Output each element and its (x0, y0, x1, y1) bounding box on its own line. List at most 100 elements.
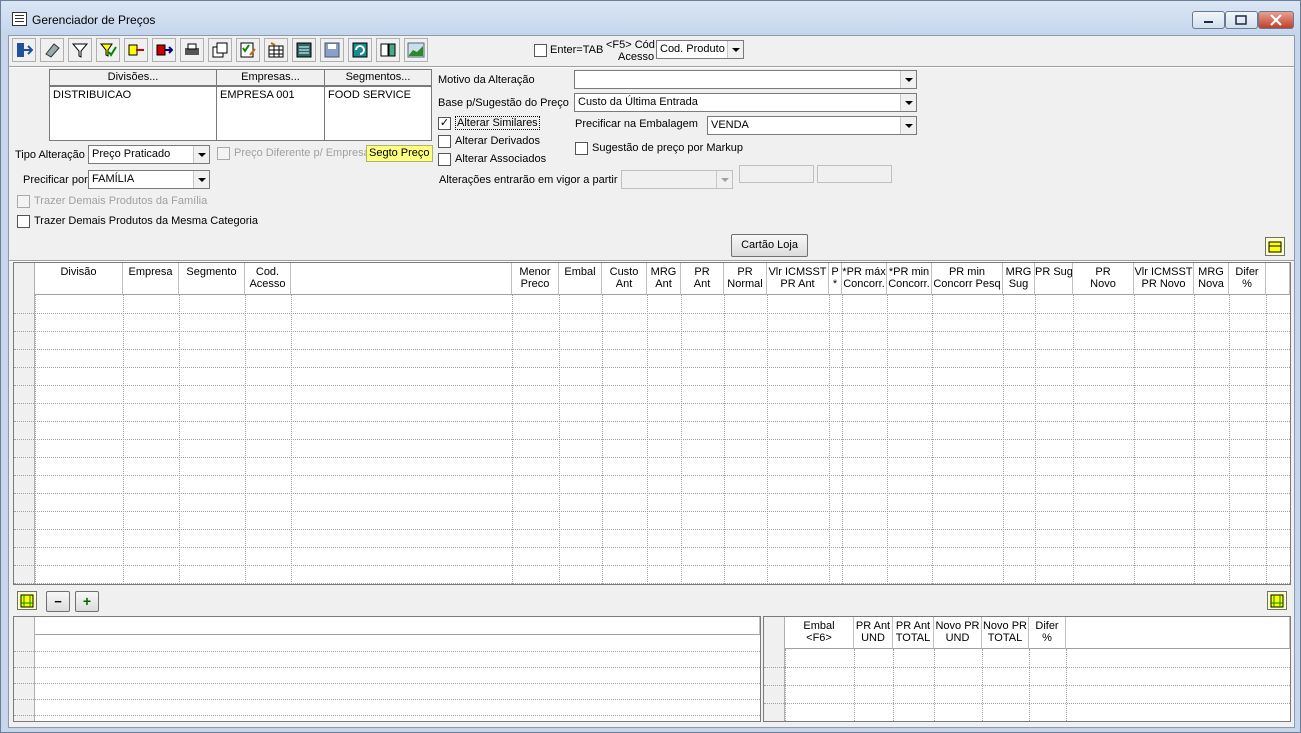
column-header[interactable]: PR Ant TOTAL (893, 617, 934, 649)
base-sugestao-select[interactable]: Custo da Última Entrada (574, 93, 917, 112)
precificar-embalagem-select[interactable]: VENDA (707, 116, 917, 135)
cartao-loja-button[interactable]: Cartão Loja (731, 234, 808, 257)
table-row[interactable] (14, 439, 1290, 440)
column-header[interactable]: Custo Ant (602, 263, 647, 295)
empresas-list[interactable]: EMPRESA 001 (216, 86, 325, 141)
alterar-derivados-checkbox[interactable] (438, 135, 451, 148)
table-row[interactable] (14, 529, 1290, 530)
vigor-time-field[interactable] (817, 165, 892, 183)
tipo-alteracao-select[interactable]: Preço Praticado (88, 145, 210, 164)
column-header[interactable]: PR Ant (681, 263, 724, 295)
column-header[interactable]: MRG Nova (1194, 263, 1229, 295)
sheet-button[interactable] (292, 38, 316, 62)
exit-button[interactable] (12, 38, 36, 62)
f5-access-select[interactable]: Cod. Produto (656, 40, 744, 59)
table-row[interactable] (14, 457, 1290, 458)
chart-button[interactable] (404, 38, 428, 62)
divisoes-list[interactable]: DISTRIBUICAO (49, 86, 217, 141)
trazer-categoria-checkbox[interactable] (17, 215, 30, 228)
compare-button[interactable] (376, 38, 400, 62)
column-header[interactable]: Menor Preco (512, 263, 559, 295)
table-row[interactable] (14, 547, 1290, 548)
maximize-button[interactable] (1225, 11, 1258, 29)
column-header[interactable]: Segmento (179, 263, 245, 295)
table-row[interactable] (14, 511, 1290, 512)
copy-button[interactable] (208, 38, 232, 62)
table-row[interactable] (764, 703, 1290, 704)
checklist-button[interactable] (236, 38, 260, 62)
column-header[interactable]: Novo PR TOTAL (982, 617, 1029, 649)
sugestao-markup-checkbox[interactable] (575, 142, 588, 155)
filter-check-button[interactable] (96, 38, 120, 62)
table-row[interactable] (14, 715, 760, 716)
segmentos-button[interactable]: Segmentos... (324, 69, 432, 86)
grid-config-right-button[interactable] (1267, 591, 1287, 610)
preco-diferente-checkbox[interactable] (217, 147, 230, 160)
vigor-date-field[interactable] (739, 165, 814, 183)
grid-edit-button[interactable] (264, 38, 288, 62)
table-row[interactable] (14, 493, 1290, 494)
filter-button[interactable] (68, 38, 92, 62)
close-button[interactable] (1258, 11, 1294, 29)
table-row[interactable] (14, 565, 1290, 566)
table-row[interactable] (14, 683, 760, 684)
column-header[interactable]: Vlr ICMSST PR Novo (1134, 263, 1194, 295)
table-row[interactable] (14, 699, 760, 700)
list-item[interactable]: EMPRESA 001 (220, 89, 295, 101)
table-row[interactable] (14, 349, 1290, 350)
column-header[interactable]: *PR máx Concorr. (842, 263, 887, 295)
table-row[interactable] (14, 331, 1290, 332)
add-row-button[interactable]: + (75, 591, 99, 612)
main-price-grid[interactable]: Divisão Empresa Segmento Cod. Acesso Menor Pre… (13, 262, 1291, 585)
motivo-select[interactable] (574, 70, 917, 89)
table-row[interactable] (14, 367, 1290, 368)
column-header[interactable]: MRG Ant (647, 263, 681, 295)
alterar-associados-checkbox[interactable] (438, 153, 451, 166)
column-header[interactable] (35, 617, 760, 635)
table-row[interactable] (14, 475, 1290, 476)
table-row[interactable] (14, 667, 760, 668)
column-header[interactable]: P * (829, 263, 842, 295)
list-item[interactable]: DISTRIBUICAO (53, 89, 131, 101)
column-header[interactable]: PR Normal (724, 263, 767, 295)
list-item[interactable]: FOOD SERVICE (328, 89, 411, 101)
grid-config-button[interactable] (17, 591, 37, 610)
enter-tab-checkbox[interactable] (534, 44, 547, 57)
column-header[interactable]: PR min Concorr Pesq (932, 263, 1003, 295)
column-header[interactable]: Empresa (123, 263, 179, 295)
column-header[interactable]: PR Ant UND (854, 617, 893, 649)
grid-settings-button[interactable] (1265, 237, 1285, 256)
trazer-familia-checkbox[interactable] (17, 195, 30, 208)
table-row[interactable] (14, 651, 760, 652)
table-row[interactable] (764, 667, 1290, 668)
transfer-button[interactable] (124, 38, 148, 62)
table-row[interactable] (14, 403, 1290, 404)
column-header[interactable]: Difer% (1029, 617, 1066, 649)
table-row[interactable] (764, 685, 1290, 686)
refresh-button[interactable] (348, 38, 372, 62)
divisoes-button[interactable]: Divisões... (49, 69, 217, 86)
print-button[interactable] (180, 38, 204, 62)
export-button[interactable] (152, 38, 176, 62)
precificar-por-select[interactable]: FAMÍLIA (88, 170, 210, 189)
column-header[interactable]: Divisão (35, 263, 123, 295)
save-button[interactable] (320, 38, 344, 62)
eraser-button[interactable] (40, 38, 64, 62)
segto-preco-badge[interactable]: Segto Preço (366, 145, 433, 162)
column-header[interactable]: PR Novo (1073, 263, 1134, 295)
column-header[interactable]: Embal <F6> (785, 617, 854, 649)
column-header[interactable]: Cod. Acesso (245, 263, 291, 295)
column-header[interactable] (291, 263, 512, 295)
title-bar[interactable]: Gerenciador de Preços (1, 1, 1300, 35)
empresas-button[interactable]: Empresas... (216, 69, 325, 86)
remove-row-button[interactable]: − (46, 591, 70, 612)
column-header[interactable]: Vlr ICMSST PR Ant (767, 263, 829, 295)
bottom-left-grid[interactable] (13, 616, 761, 722)
table-row[interactable] (14, 385, 1290, 386)
column-header[interactable]: Embal (559, 263, 602, 295)
column-header[interactable]: *PR min Concorr. (887, 263, 932, 295)
segmentos-list[interactable]: FOOD SERVICE (324, 86, 432, 141)
table-row[interactable] (14, 421, 1290, 422)
column-header[interactable]: Difer% (1229, 263, 1266, 295)
packaging-price-grid[interactable]: Embal <F6> PR Ant UND PR Ant TOTAL Novo PR UND N… (763, 616, 1291, 722)
